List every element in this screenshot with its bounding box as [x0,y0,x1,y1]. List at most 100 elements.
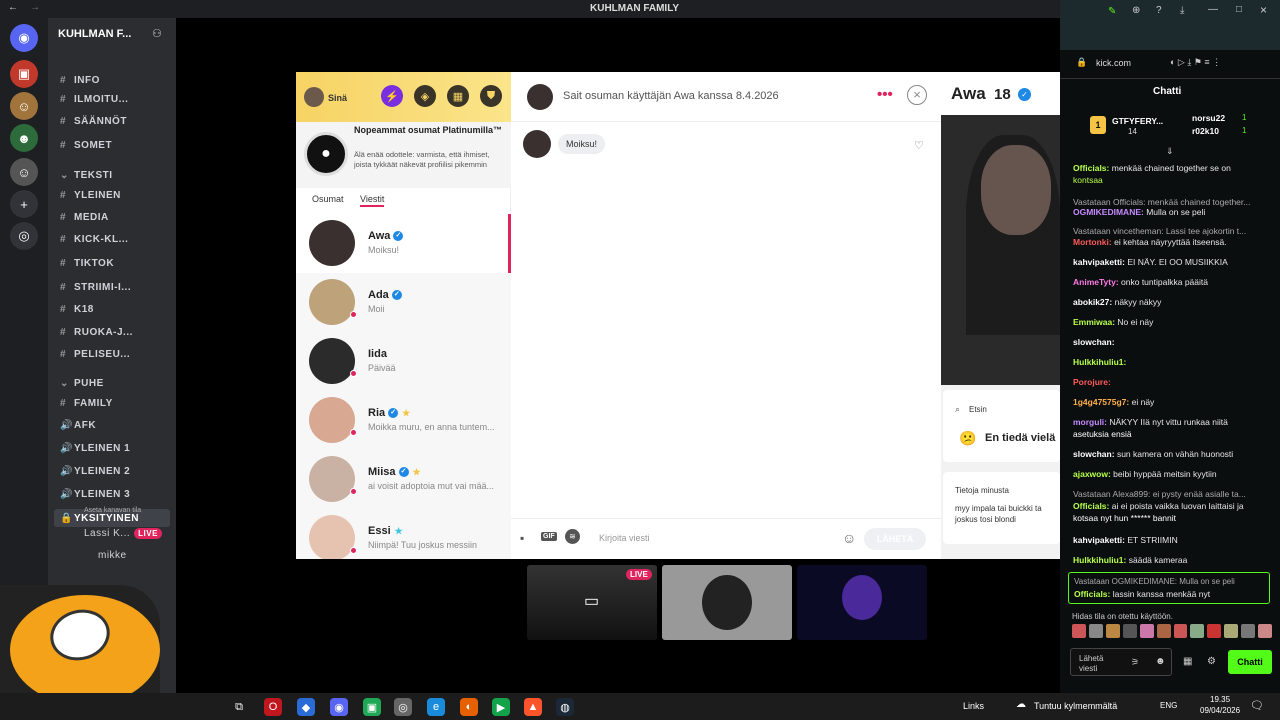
weather-text[interactable]: Tuntuu kylmemmältä [1034,701,1117,711]
send-chat-button[interactable]: Chatti [1228,650,1272,674]
chat-username[interactable]: Mortonki: [1073,237,1112,247]
discord-home-icon[interactable]: ◉ [10,24,38,52]
explore-icon[interactable]: ◈ [414,85,436,107]
notifications-icon[interactable]: 🗨 [1250,699,1264,712]
channel-item[interactable]: # K18 [60,300,94,318]
match-row[interactable]: Awa ✓ Moiksu! [296,214,511,273]
discord-icon[interactable]: ◉ [330,698,348,716]
user-thumbnail[interactable] [662,565,792,640]
gift-icon[interactable]: ▦ [447,85,469,107]
help-icon[interactable]: ? [1156,5,1162,16]
close-window-icon[interactable]: × [1260,3,1267,17]
browser-actions-icon[interactable]: ◐ ▷ ⤓ ⚑ ≡ ⋮ [1170,57,1221,68]
chat-username[interactable]: Officials: [1073,163,1109,173]
channel-item[interactable]: 🔊 YLEINEN 2 [60,462,130,480]
self-avatar[interactable] [304,87,324,107]
voice-user[interactable]: Lassi K... LIVE [84,524,162,542]
back-arrow-icon[interactable]: ← [8,2,18,13]
boost-icon[interactable]: ⚡ [381,85,403,107]
chat-username[interactable]: kahvipaketti: [1073,535,1125,545]
minimize-icon[interactable]: — [1208,4,1218,15]
spotify-icon[interactable]: ≋ [565,529,580,544]
download-icon[interactable]: ⤓ [1180,5,1184,16]
heart-icon[interactable]: ♡ [914,139,924,152]
gifter-name[interactable]: r02k10 [1192,126,1219,136]
gif-icon[interactable]: GIF [541,532,557,541]
settings-icon[interactable]: ⚙ [1207,656,1216,667]
match-row[interactable]: Ria ✓ ★ Moikka muru, en anna tuntem... [296,391,511,450]
stream-thumbnail[interactable]: ▭ LIVE [527,565,657,640]
channel-item[interactable]: # MEDIA [60,208,109,226]
chat-username[interactable]: morguli: [1073,417,1107,427]
add-server-icon[interactable]: + [10,190,38,218]
channel-item[interactable]: # FAMILY [60,394,113,412]
channel-item[interactable]: # PELISEU... [60,345,130,363]
server-icon[interactable]: ☺ [10,92,38,120]
send-button[interactable]: LÄHETÄ [864,528,926,550]
match-avatar[interactable] [527,84,553,110]
chat-username[interactable]: ajaxwow: [1073,469,1111,479]
chat-username[interactable]: Emmiwaa: [1073,317,1115,327]
match-row[interactable]: Essi ★ Niimpä! Tuu joskus messiin [296,509,511,559]
chat-username[interactable]: slowchan: [1073,449,1115,459]
user-thumbnail[interactable] [797,565,927,640]
language-indicator[interactable]: ENG [1160,701,1177,710]
kick-icon[interactable]: ▶ [492,698,510,716]
maximize-icon[interactable]: □ [1236,4,1242,15]
chat-username[interactable]: 1g4g47575g7: [1073,397,1129,407]
channel-item[interactable]: # ILMOITU... [60,90,128,108]
emoji-icon[interactable]: ☻ [1155,656,1166,667]
reply-user[interactable]: Officials: [1074,589,1110,599]
chat-username[interactable]: Hulkkihuliu1: [1073,357,1126,367]
app-icon[interactable]: ▣ [363,698,381,716]
channel-item[interactable]: 🔊 YLEINEN 3 [60,485,130,503]
clock-date[interactable]: 09/04/2026 [1200,706,1240,715]
emoji-icon[interactable]: ☺ [842,530,856,546]
leaf-icon[interactable]: ✎ [1108,6,1116,17]
channel-category[interactable]: ⌄ PUHE [60,374,104,392]
server-icon[interactable]: ☻ [10,124,38,152]
app-icon[interactable]: ◎ [394,698,412,716]
channel-item[interactable]: # SÄÄNNÖT [60,112,127,130]
server-name[interactable]: KUHLMAN F... [58,28,131,40]
server-icon[interactable]: ☺ [10,158,38,186]
chat-username[interactable]: abokik27: [1073,297,1112,307]
message-input[interactable]: Kirjoita viesti [599,533,650,543]
tab-matches[interactable]: Osumat [312,194,344,204]
shield-icon[interactable]: ⛊ [480,85,502,107]
gift-icon[interactable]: ▦ [1183,656,1192,667]
emote-picker-icon[interactable]: ⚞ [1131,657,1139,668]
explore-icon[interactable]: ◎ [10,222,38,250]
extension-icon[interactable]: ⊕ [1132,5,1140,16]
chat-username[interactable]: OGMIKEDIMANE: [1073,207,1144,217]
more-options-icon[interactable]: ••• [877,86,893,103]
brave-icon[interactable]: ▲ [524,698,542,716]
chat-input[interactable]: Lähetä viesti ⚞ ☻ [1070,648,1172,676]
firefox-icon[interactable]: ◐ [460,698,478,716]
channel-item[interactable]: 🔊 YLEINEN 1 [60,439,130,457]
chat-username[interactable]: slowchan: [1073,337,1115,347]
tab-messages[interactable]: Viestit [360,194,385,207]
chat-username[interactable]: AnimeTyty: [1073,277,1119,287]
server-icon[interactable]: ▣ [10,60,38,88]
chat-username[interactable]: kahvipaketti: [1073,257,1125,267]
voice-user[interactable]: mikke [98,546,127,564]
links-toolbar[interactable]: Links [963,701,984,711]
add-member-icon[interactable]: ⚇ [152,27,162,40]
gifter-name[interactable]: GTFYFERY... [1112,116,1163,126]
profile-photo[interactable] [941,115,1060,385]
channel-item[interactable]: # SOMET [60,136,112,154]
match-row[interactable]: Ada ✓ Moii [296,273,511,332]
channel-item[interactable]: 🔊 AFK [60,416,96,434]
channel-item[interactable]: # TIKTOK [60,254,114,272]
channel-category[interactable]: ⌄ TEKSTI [60,166,113,184]
channel-item[interactable]: # RUOKA-J... [60,323,133,341]
clock-time[interactable]: 19.35 [1210,695,1230,704]
opera-icon[interactable]: O [264,698,282,716]
task-view-icon[interactable]: ⧉ [230,698,248,716]
gifter-name[interactable]: norsu22 [1192,113,1225,123]
chat-username[interactable]: Porojure: [1073,377,1111,387]
app-icon[interactable]: ◆ [297,698,315,716]
forward-arrow-icon[interactable]: → [30,2,40,13]
pinned-expand-icon[interactable]: ⇓ [1166,146,1174,157]
